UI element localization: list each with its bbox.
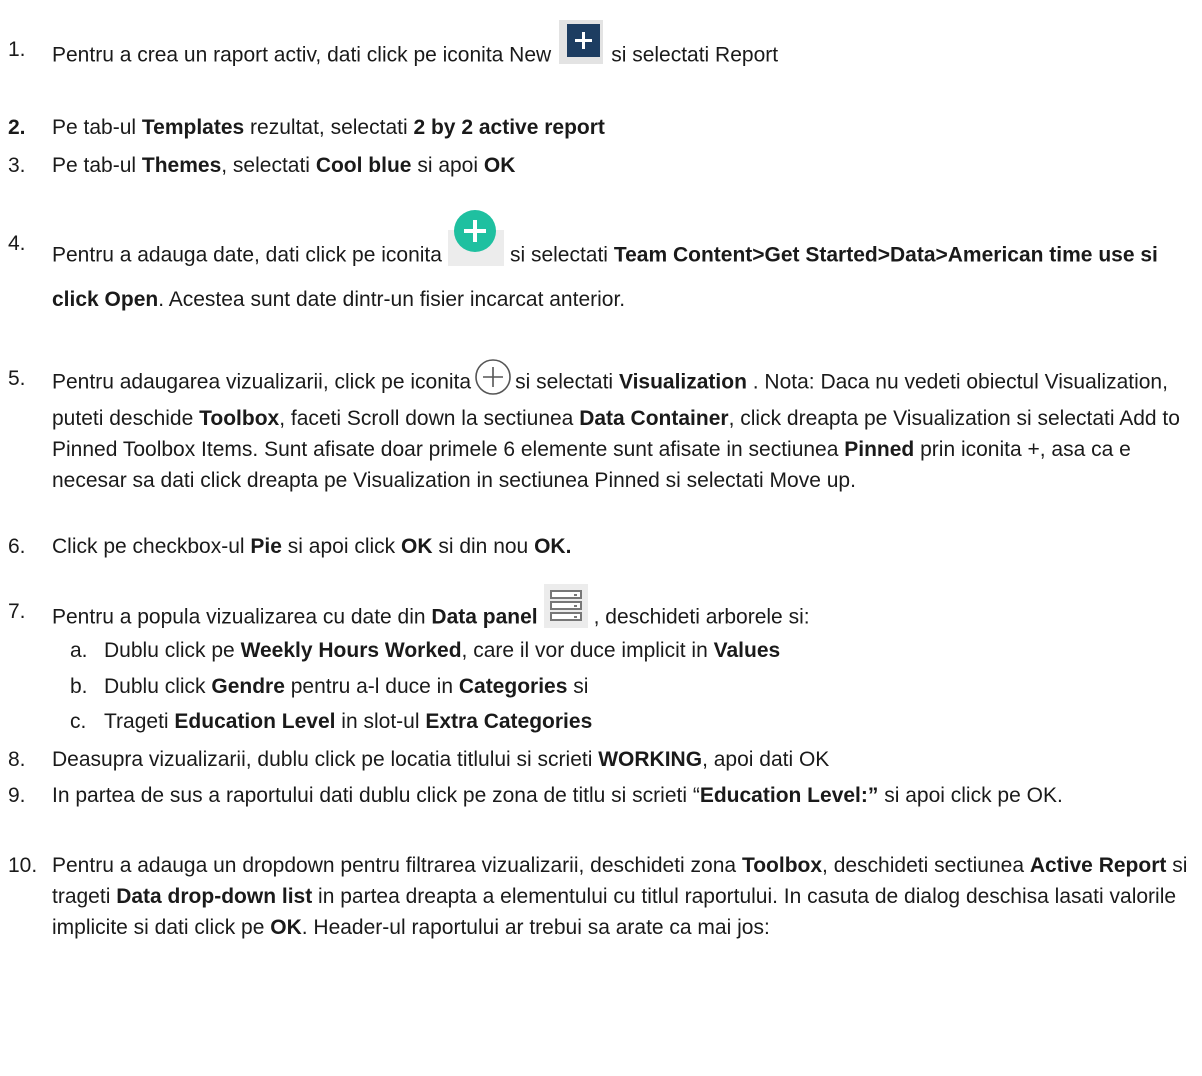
- step-text: Click pe checkbox-ul Pie si apoi click O…: [52, 535, 572, 558]
- step-number: 8.: [8, 748, 26, 771]
- substep-text: Dublu click pe Weekly Hours Worked, care…: [104, 639, 781, 662]
- step-number: 3.: [8, 154, 26, 177]
- substep-text: Trageti Education Level in slot-ul Extra…: [104, 710, 593, 733]
- step-text: Pentru a crea un raport activ, dati clic…: [52, 20, 1188, 78]
- step-number: 7.: [8, 600, 26, 623]
- step-number: 2.: [8, 116, 26, 139]
- step-number: 9.: [8, 784, 26, 807]
- step-text: Pe tab-ul Templates rezultat, selectati …: [52, 116, 605, 139]
- step-number: 10.: [8, 854, 38, 877]
- step-text: Pe tab-ul Themes, selectati Cool blue si…: [52, 154, 516, 177]
- step-number: 4.: [8, 232, 26, 255]
- instructions-document: 1. Pentru a crea un raport activ, dati c…: [0, 0, 1202, 1076]
- substep-letter: a.: [70, 639, 88, 662]
- step-number: 6.: [8, 535, 26, 558]
- step-text: Pentru adaugarea vizualizarii, click pe …: [52, 359, 1188, 496]
- substep-letter: c.: [70, 710, 87, 733]
- step-text: Pentru a adauga un dropdown pentru filtr…: [52, 854, 1188, 939]
- step-number: 5.: [8, 367, 26, 390]
- add-data-plus-circle-icon: [447, 210, 504, 266]
- substep-letter: b.: [70, 675, 88, 698]
- data-panel-icon: [543, 584, 588, 628]
- substep-text: Dublu click Gendre pentru a-l duce in Ca…: [104, 675, 589, 698]
- step-text: Pentru a popula vizualizarea cu date din…: [52, 584, 1188, 640]
- step-text: In partea de sus a raportului dati dublu…: [52, 784, 1063, 807]
- step-text: Pentru a adauga date, dati click pe icon…: [52, 210, 1188, 315]
- step-number: 1.: [8, 38, 26, 61]
- add-plus-circle-outline-icon: [473, 357, 513, 397]
- step-text: Deasupra vizualizarii, dublu click pe lo…: [52, 748, 830, 771]
- new-plus-square-icon: [559, 20, 604, 64]
